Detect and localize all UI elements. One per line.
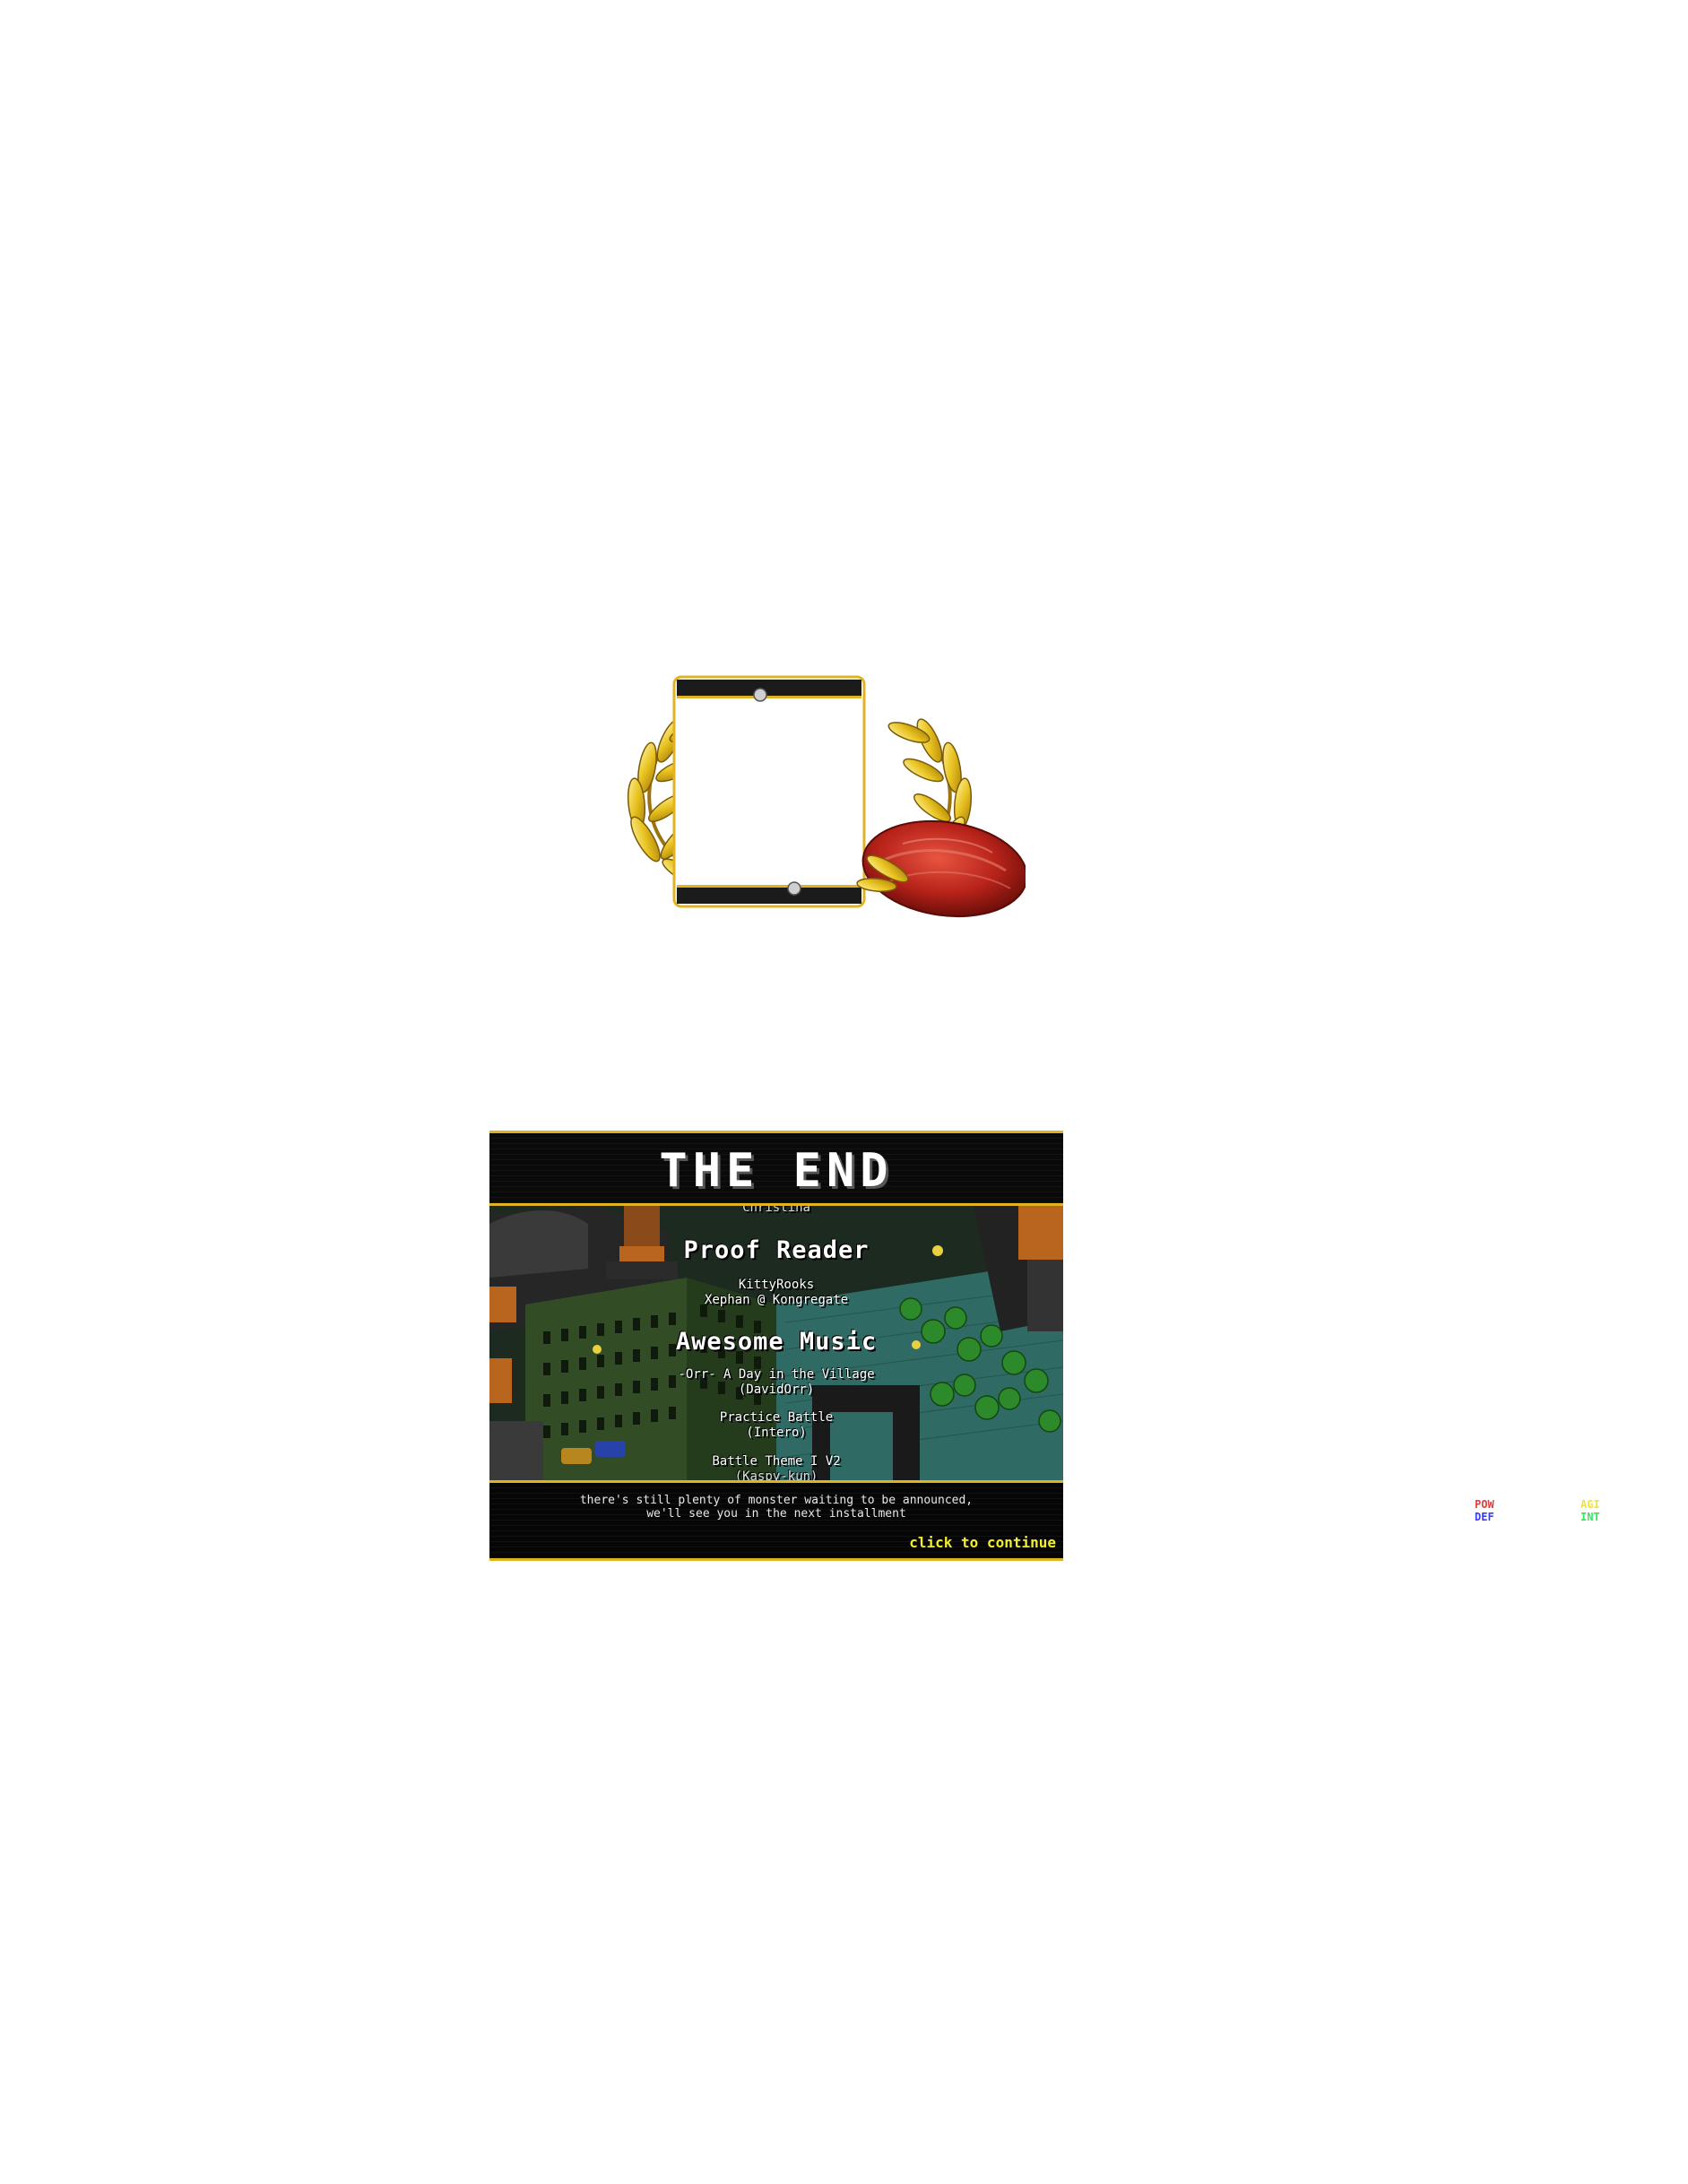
notice-text: there's still plenty of monster waiting … xyxy=(489,1494,1063,1521)
title-bar: THE END xyxy=(489,1131,1063,1206)
credit-name: KittyRooks xyxy=(738,1278,815,1292)
stat-pow-label: POW xyxy=(1475,1498,1494,1511)
end-title: THE END xyxy=(659,1144,894,1198)
stat-int-label: INT xyxy=(1580,1511,1600,1523)
credit-heading-awesome-music: Awesome Music xyxy=(675,1328,878,1356)
credit-heading-proof-reader: Proof Reader xyxy=(683,1236,870,1264)
stat-def-label: DEF xyxy=(1475,1511,1494,1523)
credits-screen[interactable]: Christina Proof Reader KittyRooks Xephan… xyxy=(489,1131,1063,1561)
credit-name: Xephan @ Kongregate xyxy=(704,1293,849,1307)
credit-name: (Intero) xyxy=(746,1426,807,1440)
stat-agi-label: AGI xyxy=(1580,1498,1600,1511)
credits-roll: Christina Proof Reader KittyRooks Xephan… xyxy=(489,1200,1063,1484)
credit-name: Battle Theme I V2 xyxy=(712,1454,841,1469)
credit-name: Practice Battle xyxy=(719,1410,834,1425)
notice-line-2: we'll see you in the next installment xyxy=(646,1507,906,1521)
laurel-badge xyxy=(593,673,1026,919)
credit-name: (DavidOrr) xyxy=(738,1382,815,1397)
credit-name: -Orr- A Day in the Village xyxy=(678,1367,875,1382)
laurel-frame-icon xyxy=(627,675,1026,918)
notice-line-1: there's still plenty of monster waiting … xyxy=(579,1494,974,1507)
message-bar: there's still plenty of monster waiting … xyxy=(489,1480,1063,1561)
card-frame xyxy=(672,675,866,908)
click-to-continue-button[interactable]: click to continue xyxy=(909,1534,1056,1551)
